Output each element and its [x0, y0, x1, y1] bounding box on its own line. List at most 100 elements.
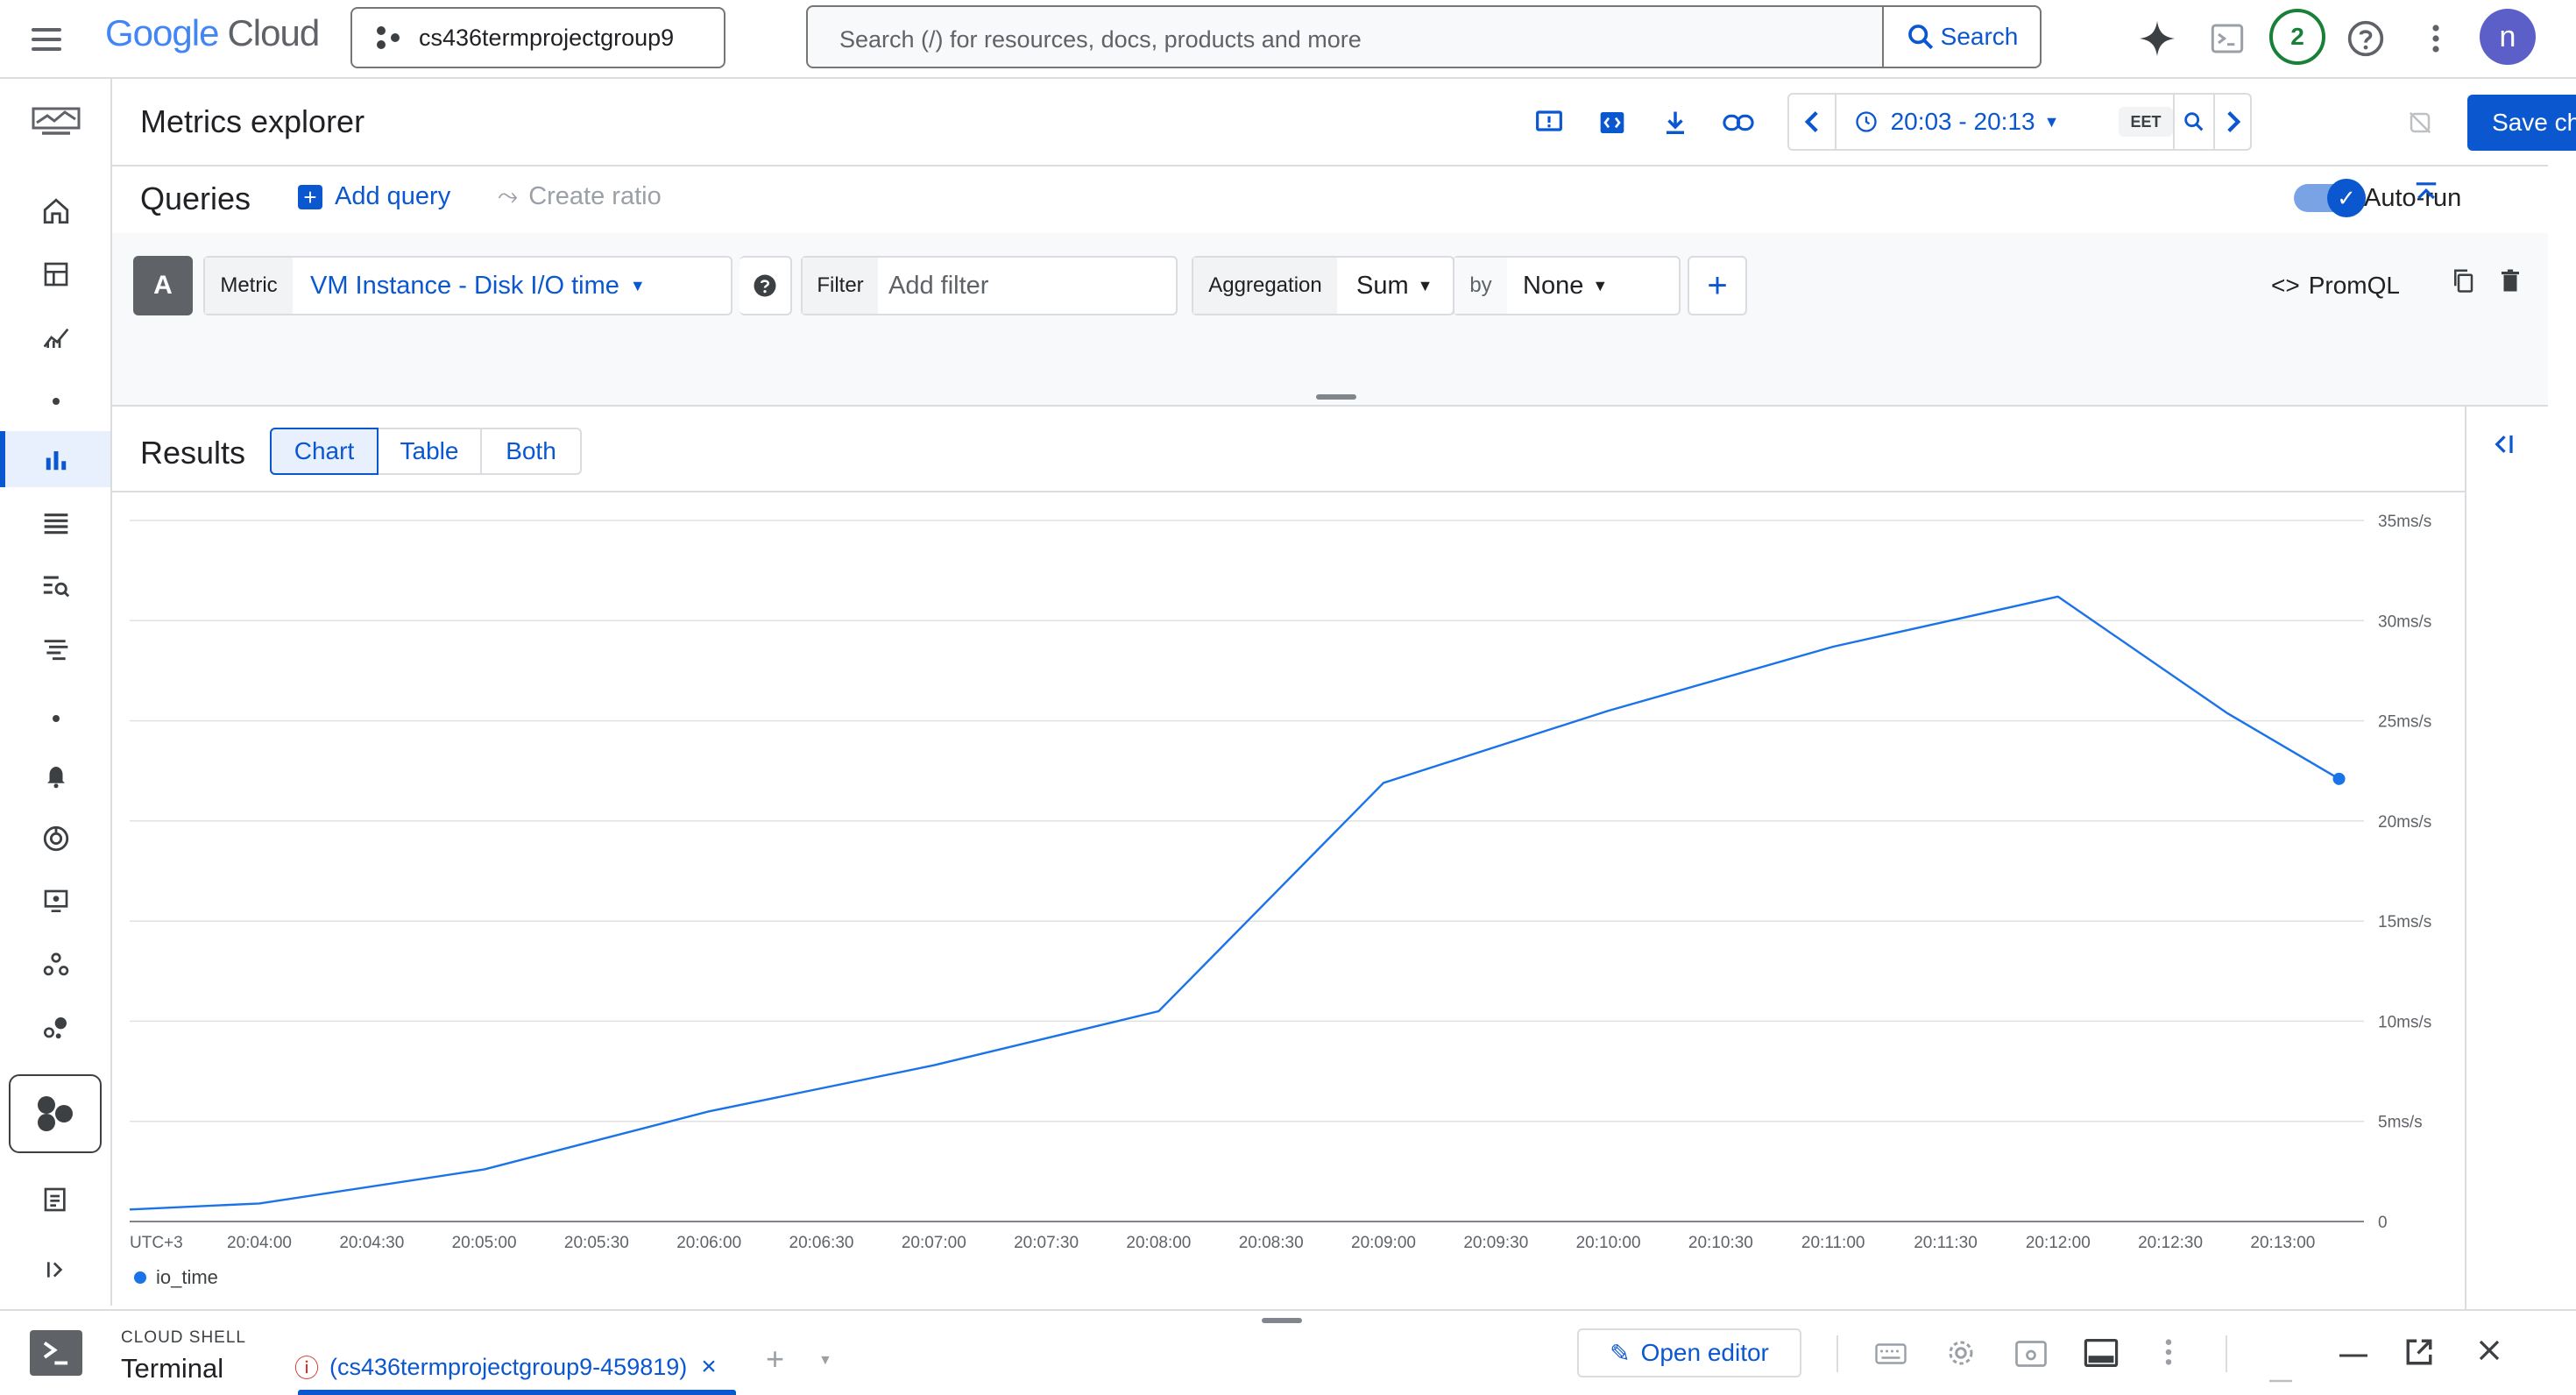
link-icon[interactable]	[1721, 105, 1756, 140]
dashboards-icon[interactable]	[30, 252, 82, 296]
active-tab-indicator	[298, 1390, 736, 1395]
page-title: Metrics explorer	[140, 103, 365, 139]
by-label: by	[1454, 258, 1507, 314]
keyboard-icon[interactable]	[1875, 1342, 1907, 1372]
synthetic-monitor-icon[interactable]	[30, 880, 82, 924]
shell-resize-handle[interactable]	[1262, 1318, 1302, 1323]
help-icon[interactable]	[2343, 16, 2388, 61]
query-letter-badge[interactable]: A	[133, 256, 193, 315]
google-cloud-logo[interactable]: Google Cloud	[105, 12, 320, 54]
filter-field[interactable]: Filter Add filter	[801, 256, 1178, 315]
time-prev-button[interactable]	[1789, 95, 1836, 149]
web-preview-icon[interactable]	[2015, 1341, 2047, 1374]
shell-session-tab[interactable]: ⓘ (cs436termprojectgroup9-459819) ×	[294, 1349, 717, 1384]
time-next-button[interactable]	[2213, 95, 2252, 149]
zoom-icon[interactable]	[2173, 95, 2213, 149]
add-session-icon[interactable]: +	[766, 1341, 784, 1377]
logo-google-text: Google	[105, 12, 219, 53]
search-button[interactable]: Search	[1882, 7, 2040, 67]
code-icon[interactable]	[1595, 105, 1630, 140]
create-ratio-button[interactable]: ⤳ Create ratio	[498, 182, 662, 211]
logs-list-icon[interactable]	[30, 501, 82, 545]
plus-icon: +	[1707, 266, 1728, 305]
services-chart-icon[interactable]	[30, 315, 82, 359]
copy-icon[interactable]	[2450, 266, 2476, 301]
settings-gear-icon[interactable]	[1945, 1337, 1977, 1376]
series-last-point	[2332, 772, 2346, 785]
x-tick-label: 20:06:30	[789, 1234, 854, 1252]
cloud-shell-icon[interactable]	[2204, 16, 2250, 61]
view-table-button[interactable]: Table	[379, 429, 482, 473]
plus-box-icon: +	[298, 184, 322, 209]
alerting-bell-icon[interactable]	[30, 754, 82, 797]
collapse-up-icon[interactable]	[2413, 181, 2439, 215]
add-query-button[interactable]: + Add query	[298, 182, 450, 211]
session-menu-caret-icon[interactable]: ▼	[818, 1353, 832, 1369]
promql-button[interactable]: <> PromQL	[2271, 272, 2400, 300]
autorun-toggle[interactable]: ✓	[2294, 179, 2366, 217]
code-brackets-icon: <>	[2271, 272, 2300, 299]
open-in-new-window-icon[interactable]	[2404, 1337, 2434, 1374]
download-icon[interactable]	[1658, 105, 1693, 140]
monitoring-logo-icon[interactable]	[30, 100, 82, 144]
chevron-left-icon	[1804, 111, 1818, 132]
notifications-badge[interactable]: 2	[2269, 9, 2325, 65]
uptime-checks-icon[interactable]	[30, 817, 82, 860]
divider	[2226, 1335, 2227, 1372]
add-operation-button[interactable]: +	[1688, 256, 1747, 315]
resize-handle[interactable]	[1316, 394, 1356, 400]
panel-layout-icon[interactable]	[2084, 1339, 2119, 1374]
expand-menu-icon[interactable]	[30, 1248, 82, 1292]
close-tab-icon[interactable]: ×	[701, 1352, 717, 1382]
group-by-selector[interactable]: by None ▼	[1453, 256, 1681, 315]
feedback-icon[interactable]	[1532, 105, 1567, 140]
side-panel	[2465, 407, 2548, 1309]
metric-help-button[interactable]	[740, 256, 792, 315]
release-notes-icon[interactable]	[30, 1178, 82, 1222]
collapse-left-icon[interactable]	[2489, 431, 2516, 465]
x-tick-label: 20:04:30	[339, 1234, 404, 1252]
gemini-sparkle-icon[interactable]	[2134, 16, 2180, 61]
clock-icon	[1855, 111, 1877, 132]
account-avatar[interactable]: n	[2480, 9, 2536, 65]
help-circle-icon	[754, 274, 776, 297]
logs-search-icon[interactable]	[30, 564, 82, 608]
x-tick-label: 20:09:00	[1351, 1234, 1416, 1252]
managed-prometheus-icon[interactable]	[9, 1074, 102, 1153]
x-tick-label: 20:10:30	[1688, 1234, 1753, 1252]
minimize-icon[interactable]	[2339, 1335, 2367, 1365]
delete-icon[interactable]	[2497, 266, 2523, 301]
io-time-chart[interactable]: 0 5ms/s 10ms/s 15ms/s 20ms/s 25ms/s 30ms/s 35ms…	[112, 492, 2465, 1309]
main-menu-button[interactable]	[26, 19, 67, 60]
save-chart-button[interactable]: Save chart	[2467, 95, 2576, 151]
trace-list-icon[interactable]	[30, 627, 82, 671]
more-vert-icon[interactable]	[2164, 1337, 2173, 1374]
search-input[interactable]: Search (/) for resources, docs, products…	[806, 5, 2042, 68]
integrations-icon[interactable]	[30, 1006, 82, 1050]
chart-area: 0 5ms/s 10ms/s 15ms/s 20ms/s 25ms/s 30ms/s 35ms…	[112, 492, 2465, 1309]
metric-selector[interactable]: Metric VM Instance - Disk I/O time ▼	[203, 256, 732, 315]
aggregation-selector[interactable]: Aggregation Sum ▼	[1192, 256, 1454, 315]
y-tick-label: 5ms/s	[2378, 1114, 2423, 1132]
x-tick-label: 20:12:00	[2026, 1234, 2091, 1252]
caret-down-icon: ▼	[2043, 112, 2060, 131]
more-vert-icon[interactable]	[2413, 16, 2459, 61]
x-tick-label: 20:04:00	[227, 1234, 292, 1252]
filter-placeholder: Add filter	[888, 271, 989, 300]
open-editor-button[interactable]: ✎ Open editor	[1577, 1328, 1801, 1377]
terminal-label: Terminal	[121, 1353, 224, 1384]
separator-dot	[53, 398, 60, 405]
sync-off-icon[interactable]	[2403, 105, 2438, 140]
timezone-badge[interactable]: EET	[2119, 107, 2173, 137]
time-range-button[interactable]: 20:03 - 20:13 ▼	[1838, 95, 2075, 149]
view-chart-button[interactable]: Chart	[270, 428, 379, 475]
overview-home-icon[interactable]	[30, 189, 82, 233]
groups-icon[interactable]	[30, 943, 82, 987]
close-shell-icon[interactable]	[2476, 1337, 2502, 1370]
search-icon	[1907, 25, 1933, 50]
metrics-explorer-icon[interactable]	[30, 438, 82, 482]
aggregation-label: Aggregation	[1193, 258, 1337, 314]
view-toggle-group: Chart Table Both	[270, 428, 582, 475]
project-picker-button[interactable]: cs436termprojectgroup9	[350, 7, 725, 68]
view-both-button[interactable]: Both	[482, 429, 580, 473]
